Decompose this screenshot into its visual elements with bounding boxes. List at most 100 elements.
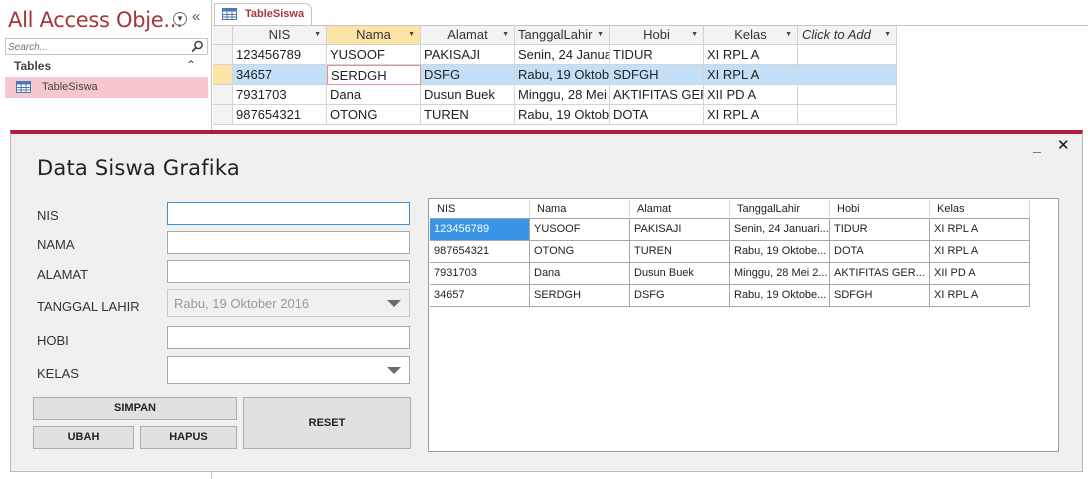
table-cell[interactable]: PAKISAJI — [421, 45, 515, 65]
nis-input[interactable] — [167, 202, 410, 225]
grid-cell[interactable]: TUREN — [630, 241, 730, 263]
grid-cell-selected[interactable]: 123456789 — [430, 219, 530, 241]
siswa-datagridview[interactable]: NIS Nama Alamat TanggalLahir Hobi Kelas … — [428, 198, 1059, 452]
table-cell[interactable] — [798, 65, 897, 85]
table-cell[interactable]: 123456789 — [233, 45, 327, 65]
table-cell[interactable]: TIDUR — [610, 45, 704, 65]
grid-cell[interactable]: XI RPL A — [930, 285, 1030, 307]
row-selector[interactable] — [213, 105, 233, 125]
table-cell[interactable]: Dana — [327, 85, 421, 105]
grid-cell[interactable]: DSFG — [630, 285, 730, 307]
nav-menu-dropdown-icon[interactable]: ▼ — [173, 12, 187, 26]
table-cell-focused[interactable]: SERDGH — [327, 65, 421, 85]
chevron-down-icon[interactable]: ▼ — [502, 26, 509, 44]
table-cell[interactable]: TUREN — [421, 105, 515, 125]
grid-cell[interactable]: SDFGH — [830, 285, 930, 307]
shutter-bar-collapse-icon[interactable]: « — [192, 8, 200, 25]
table-cell[interactable]: DOTA — [610, 105, 704, 125]
table-cell[interactable]: XI RPL A — [704, 65, 798, 85]
nav-search-input[interactable] — [8, 40, 183, 54]
hapus-button[interactable]: HAPUS — [140, 426, 237, 449]
column-header-click-to-add[interactable]: Click to Add ▼ — [798, 26, 897, 45]
grid-cell[interactable]: Dusun Buek — [630, 263, 730, 285]
dropdown-arrow-icon[interactable] — [387, 367, 401, 374]
column-header-tanggallahir[interactable]: TanggalLahir ▼ — [515, 26, 610, 45]
table-cell[interactable]: YUSOOF — [327, 45, 421, 65]
grid-cell[interactable]: 7931703 — [430, 263, 530, 285]
chevron-up-icon[interactable]: ⌃ — [186, 58, 196, 72]
row-selector-current[interactable] — [213, 65, 233, 85]
dropdown-arrow-icon[interactable] — [387, 300, 401, 307]
grid-cell[interactable]: Dana — [530, 263, 630, 285]
hobi-input[interactable] — [167, 326, 410, 349]
grid-cell[interactable]: 987654321 — [430, 241, 530, 263]
nav-group-tables[interactable]: Tables ⌃ — [5, 58, 208, 76]
table-cell[interactable]: SDFGH — [610, 65, 704, 85]
grid-cell[interactable]: OTONG — [530, 241, 630, 263]
grid-column-header-hobi[interactable]: Hobi — [830, 200, 930, 219]
table-cell[interactable]: Minggu, 28 Mei — [515, 85, 610, 105]
grid-column-header-tanggallahir[interactable]: TanggalLahir — [730, 200, 830, 219]
grid-cell[interactable]: YUSOOF — [530, 219, 630, 241]
simpan-button[interactable]: SIMPAN — [33, 397, 237, 420]
table-cell[interactable] — [798, 105, 897, 125]
grid-cell[interactable]: 34657 — [430, 285, 530, 307]
table-cell[interactable]: OTONG — [327, 105, 421, 125]
table-cell[interactable]: 7931703 — [233, 85, 327, 105]
grid-cell[interactable]: Rabu, 19 Oktobe... — [730, 285, 830, 307]
table-cell[interactable]: Rabu, 19 Oktober — [515, 65, 610, 85]
column-header-nama[interactable]: Nama ▼ — [327, 26, 421, 45]
table-cell[interactable] — [798, 85, 897, 105]
ubah-button[interactable]: UBAH — [33, 426, 134, 449]
row-selector[interactable] — [213, 45, 233, 65]
search-icon[interactable] — [191, 40, 204, 53]
grid-column-header-kelas[interactable]: Kelas — [930, 200, 1030, 219]
chevron-down-icon[interactable]: ▼ — [597, 26, 604, 44]
chevron-down-icon[interactable]: ▼ — [691, 26, 698, 44]
table-cell[interactable]: 34657 — [233, 65, 327, 85]
table-cell[interactable] — [798, 45, 897, 65]
chevron-down-icon[interactable]: ▼ — [408, 26, 415, 44]
grid-cell[interactable]: Senin, 24 Januari... — [730, 219, 830, 241]
nav-pane-title[interactable]: All Access Obje... — [8, 8, 183, 32]
grid-cell[interactable]: XII PD A — [930, 263, 1030, 285]
grid-cell[interactable]: Minggu, 28 Mei 2... — [730, 263, 830, 285]
grid-cell[interactable]: SERDGH — [530, 285, 630, 307]
grid-cell[interactable]: AKTIFITAS GER... — [830, 263, 930, 285]
nama-input[interactable] — [167, 231, 410, 254]
chevron-down-icon[interactable]: ▼ — [314, 26, 321, 44]
chevron-down-icon[interactable]: ▼ — [785, 26, 792, 44]
grid-cell[interactable]: XI RPL A — [930, 219, 1030, 241]
table-cell[interactable]: AKTIFITAS GER — [610, 85, 704, 105]
table-cell[interactable]: XI RPL A — [704, 105, 798, 125]
grid-column-header-alamat[interactable]: Alamat — [630, 200, 730, 219]
grid-column-header-nama[interactable]: Nama — [530, 200, 630, 219]
column-header-kelas[interactable]: Kelas ▼ — [704, 26, 798, 45]
chevron-down-icon[interactable]: ▼ — [884, 26, 891, 44]
table-cell[interactable]: DSFG — [421, 65, 515, 85]
table-cell[interactable]: Senin, 24 Januari — [515, 45, 610, 65]
select-all-corner[interactable] — [213, 26, 233, 45]
table-cell[interactable]: XII PD A — [704, 85, 798, 105]
column-header-nis[interactable]: NIS ▼ — [233, 26, 327, 45]
column-header-hobi[interactable]: Hobi ▼ — [610, 26, 704, 45]
document-tab-tablesiswa[interactable]: TableSiswa — [214, 3, 312, 26]
grid-column-header-nis[interactable]: NIS — [430, 200, 530, 219]
minimize-button[interactable]: _ — [1033, 138, 1041, 154]
row-selector[interactable] — [213, 85, 233, 105]
kelas-combobox[interactable] — [167, 356, 410, 384]
table-cell[interactable]: Dusun Buek — [421, 85, 515, 105]
grid-cell[interactable]: DOTA — [830, 241, 930, 263]
table-cell[interactable]: Rabu, 19 Oktober — [515, 105, 610, 125]
column-header-alamat[interactable]: Alamat ▼ — [421, 26, 515, 45]
table-cell[interactable]: 987654321 — [233, 105, 327, 125]
grid-cell[interactable]: PAKISAJI — [630, 219, 730, 241]
grid-cell[interactable]: XI RPL A — [930, 241, 1030, 263]
tanggal-lahir-datepicker[interactable]: Rabu, 19 Oktober 2016 — [167, 289, 410, 317]
reset-button[interactable]: RESET — [243, 397, 411, 449]
table-cell[interactable]: XI RPL A — [704, 45, 798, 65]
close-button[interactable]: ✕ — [1057, 136, 1070, 154]
grid-cell[interactable]: Rabu, 19 Oktobe... — [730, 241, 830, 263]
alamat-input[interactable] — [167, 260, 410, 283]
grid-cell[interactable]: TIDUR — [830, 219, 930, 241]
